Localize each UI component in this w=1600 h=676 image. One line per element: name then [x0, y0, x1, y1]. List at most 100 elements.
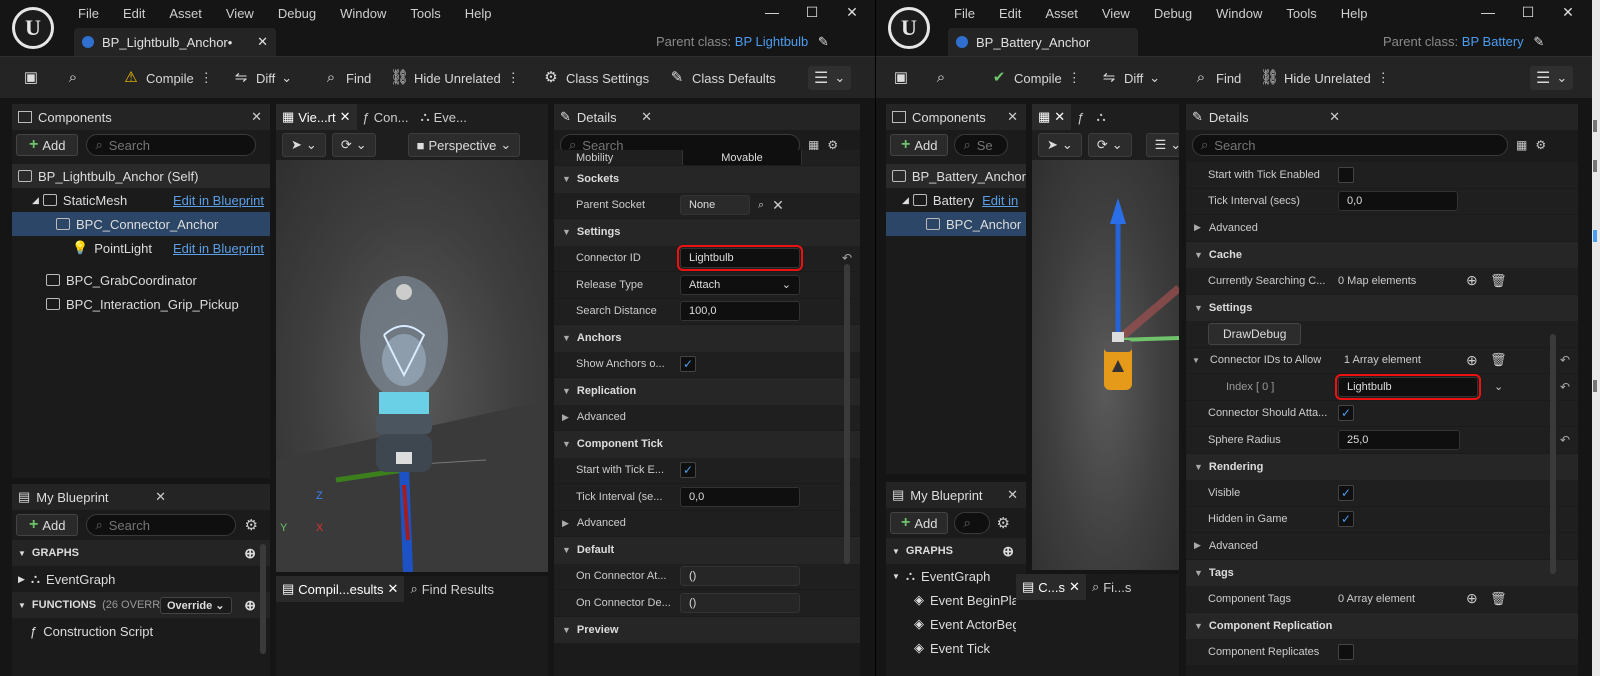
construction-script-item[interactable]: ƒ Construction Script: [12, 618, 270, 644]
menu-debug[interactable]: Debug: [266, 6, 328, 22]
components-search[interactable]: ⌕: [86, 134, 257, 156]
tree-item-bpc-anchor[interactable]: BPC_Anchor: [886, 212, 1026, 236]
menu-help[interactable]: Help: [453, 6, 504, 22]
tree-item-staticmesh[interactable]: ◢ StaticMesh Edit in Blueprint: [12, 188, 270, 212]
details-search[interactable]: ⌕: [1192, 134, 1508, 156]
add-element-icon[interactable]: ⊕: [1466, 272, 1478, 289]
menu-file[interactable]: File: [942, 6, 987, 22]
menu-view[interactable]: View: [1090, 6, 1142, 22]
close-icon[interactable]: ✕: [1548, 4, 1588, 21]
close-icon[interactable]: ✕: [1054, 109, 1065, 125]
view-options-button[interactable]: ➤ ⌄: [1038, 133, 1082, 157]
perspective-button[interactable]: ■ Perspective ⌄: [407, 133, 521, 157]
close-icon[interactable]: ✕: [340, 109, 351, 125]
hidden-in-game-checkbox[interactable]: ✓: [1338, 511, 1354, 528]
cache-category[interactable]: ▼ Cache: [1186, 241, 1578, 268]
sphere-radius-field[interactable]: 25,0: [1338, 429, 1460, 450]
sockets-category[interactable]: ▼ Sockets: [554, 166, 860, 193]
edit-in-blueprint-link[interactable]: Edit in Blueprint: [173, 193, 264, 208]
advanced-row-2[interactable]: ▶ Advanced: [554, 510, 860, 537]
search-distance-field[interactable]: 100,0: [680, 301, 800, 322]
override-dropdown[interactable]: Override ⌄: [160, 596, 232, 614]
hide-unrelated-button[interactable]: ⛓ Hide Unrelated ⋮: [1260, 66, 1390, 90]
menu-help[interactable]: Help: [1329, 6, 1380, 22]
tab-construction[interactable]: ƒ: [1071, 104, 1090, 130]
tree-item-self[interactable]: BP_Battery_Anchor: [886, 164, 1026, 188]
trash-icon[interactable]: 🗑: [1490, 352, 1507, 368]
viewport-scene[interactable]: [1032, 160, 1179, 570]
menu-asset[interactable]: Asset: [157, 6, 214, 22]
search-input[interactable]: [108, 137, 248, 153]
connector-should-checkbox[interactable]: ✓: [1338, 405, 1354, 422]
caret-icon[interactable]: ▼: [892, 572, 900, 581]
preview-category[interactable]: ▼ Preview: [554, 616, 860, 643]
search-input[interactable]: [1214, 137, 1499, 153]
close-icon[interactable]: ✕: [1329, 109, 1340, 125]
menu-edit[interactable]: Edit: [111, 6, 157, 22]
components-search[interactable]: ⌕: [954, 134, 1009, 156]
close-icon[interactable]: ✕: [1069, 579, 1080, 595]
close-icon[interactable]: ✕: [832, 4, 872, 21]
event-graph-item[interactable]: ▶ ⛬ EventGraph: [12, 566, 270, 592]
caret-icon[interactable]: ▼: [1186, 356, 1200, 365]
reset-to-default-icon[interactable]: ↶: [1560, 380, 1570, 394]
component-replicates-checkbox[interactable]: ✓: [1338, 643, 1354, 660]
mobility-value[interactable]: Movable: [682, 150, 802, 165]
caret-icon[interactable]: ◢: [32, 195, 39, 206]
blueprint-search[interactable]: ⌕: [954, 512, 991, 534]
gear-icon[interactable]: ⚙: [244, 516, 257, 534]
add-component-button[interactable]: + Add: [16, 134, 79, 156]
rotate-button[interactable]: ⟳ ⌄: [1087, 133, 1132, 157]
menu-tools[interactable]: Tools: [1274, 6, 1328, 22]
blueprint-search[interactable]: ⌕: [86, 514, 237, 536]
add-function-icon[interactable]: ⊕: [244, 597, 256, 614]
caret-icon[interactable]: ◢: [902, 195, 909, 206]
document-tab[interactable]: BP_Battery_Anchor: [948, 28, 1138, 56]
component-tick-category[interactable]: ▼ Component Tick: [554, 431, 860, 458]
tree-item-grabcoordinator[interactable]: BPC_GrabCoordinator: [12, 268, 270, 292]
event-item[interactable]: ◈ Event BeginPla: [886, 588, 1026, 612]
edit-in-blueprint-link[interactable]: Edit in: [982, 193, 1018, 208]
parent-class-link[interactable]: BP Battery: [1462, 34, 1524, 49]
menu-edit[interactable]: Edit: [987, 6, 1033, 22]
minimize-icon[interactable]: —: [1468, 4, 1508, 21]
tab-event-graph[interactable]: ⛬ Eve...: [414, 104, 472, 130]
trash-icon[interactable]: 🗑: [1490, 591, 1507, 607]
scrollbar[interactable]: [260, 544, 266, 654]
details-scrollbar[interactable]: [844, 264, 850, 564]
menu-asset[interactable]: Asset: [1033, 6, 1090, 22]
tab-find-results[interactable]: ⌕ Find Results: [404, 576, 500, 602]
save-button[interactable]: ▣: [892, 66, 910, 90]
add-graph-icon[interactable]: ⊕: [1002, 543, 1014, 560]
compile-options-icon[interactable]: ⋮: [1068, 70, 1081, 86]
draw-debug-button[interactable]: DrawDebug: [1208, 322, 1302, 345]
start-tick-checkbox[interactable]: ✓: [1338, 166, 1354, 183]
default-category[interactable]: ▼ Default: [554, 537, 860, 564]
advanced-row[interactable]: ▶ Advanced: [554, 404, 860, 431]
details-scrollbar[interactable]: [1550, 334, 1556, 574]
trash-icon[interactable]: 🗑: [1490, 273, 1507, 289]
pencil-icon[interactable]: ✎: [1533, 34, 1544, 49]
event-graph-item[interactable]: ▼ ⛬ EventGraph: [886, 564, 1026, 588]
functions-section[interactable]: ▼ FUNCTIONS (26 OVERRID Override ⌄ ⊕: [12, 592, 270, 618]
advanced-row[interactable]: ▶ Advanced: [1186, 215, 1578, 242]
close-icon[interactable]: ✕: [1007, 487, 1018, 503]
class-settings-button[interactable]: ⚙ Class Settings: [542, 66, 649, 90]
search-input[interactable]: [976, 137, 1000, 153]
search-input[interactable]: [108, 517, 228, 533]
diff-button[interactable]: ⇋ Diff ⌄: [232, 66, 292, 90]
close-icon[interactable]: ✕: [251, 109, 262, 125]
class-defaults-button[interactable]: ✎ Class Defaults: [668, 66, 776, 90]
add-component-button[interactable]: + Add: [890, 134, 949, 156]
tick-interval-field[interactable]: 0,0: [1338, 191, 1458, 212]
compile-button[interactable]: ⚠ Compile ⋮: [122, 66, 212, 90]
settings-category[interactable]: ▼ Settings: [554, 219, 860, 246]
viewport-scene[interactable]: Z Y X: [276, 160, 548, 572]
blueprint-menu-button[interactable]: ☰ ⌄: [808, 66, 852, 90]
document-tab[interactable]: BP_Lightbulb_Anchor• ✕: [74, 28, 276, 56]
browse-button[interactable]: ⌕: [932, 66, 950, 90]
add-element-icon[interactable]: ⊕: [1466, 590, 1478, 607]
diff-button[interactable]: ⇋ Diff ⌄: [1100, 66, 1160, 90]
maximize-icon[interactable]: ☐: [792, 4, 832, 21]
minimize-icon[interactable]: —: [752, 4, 792, 21]
